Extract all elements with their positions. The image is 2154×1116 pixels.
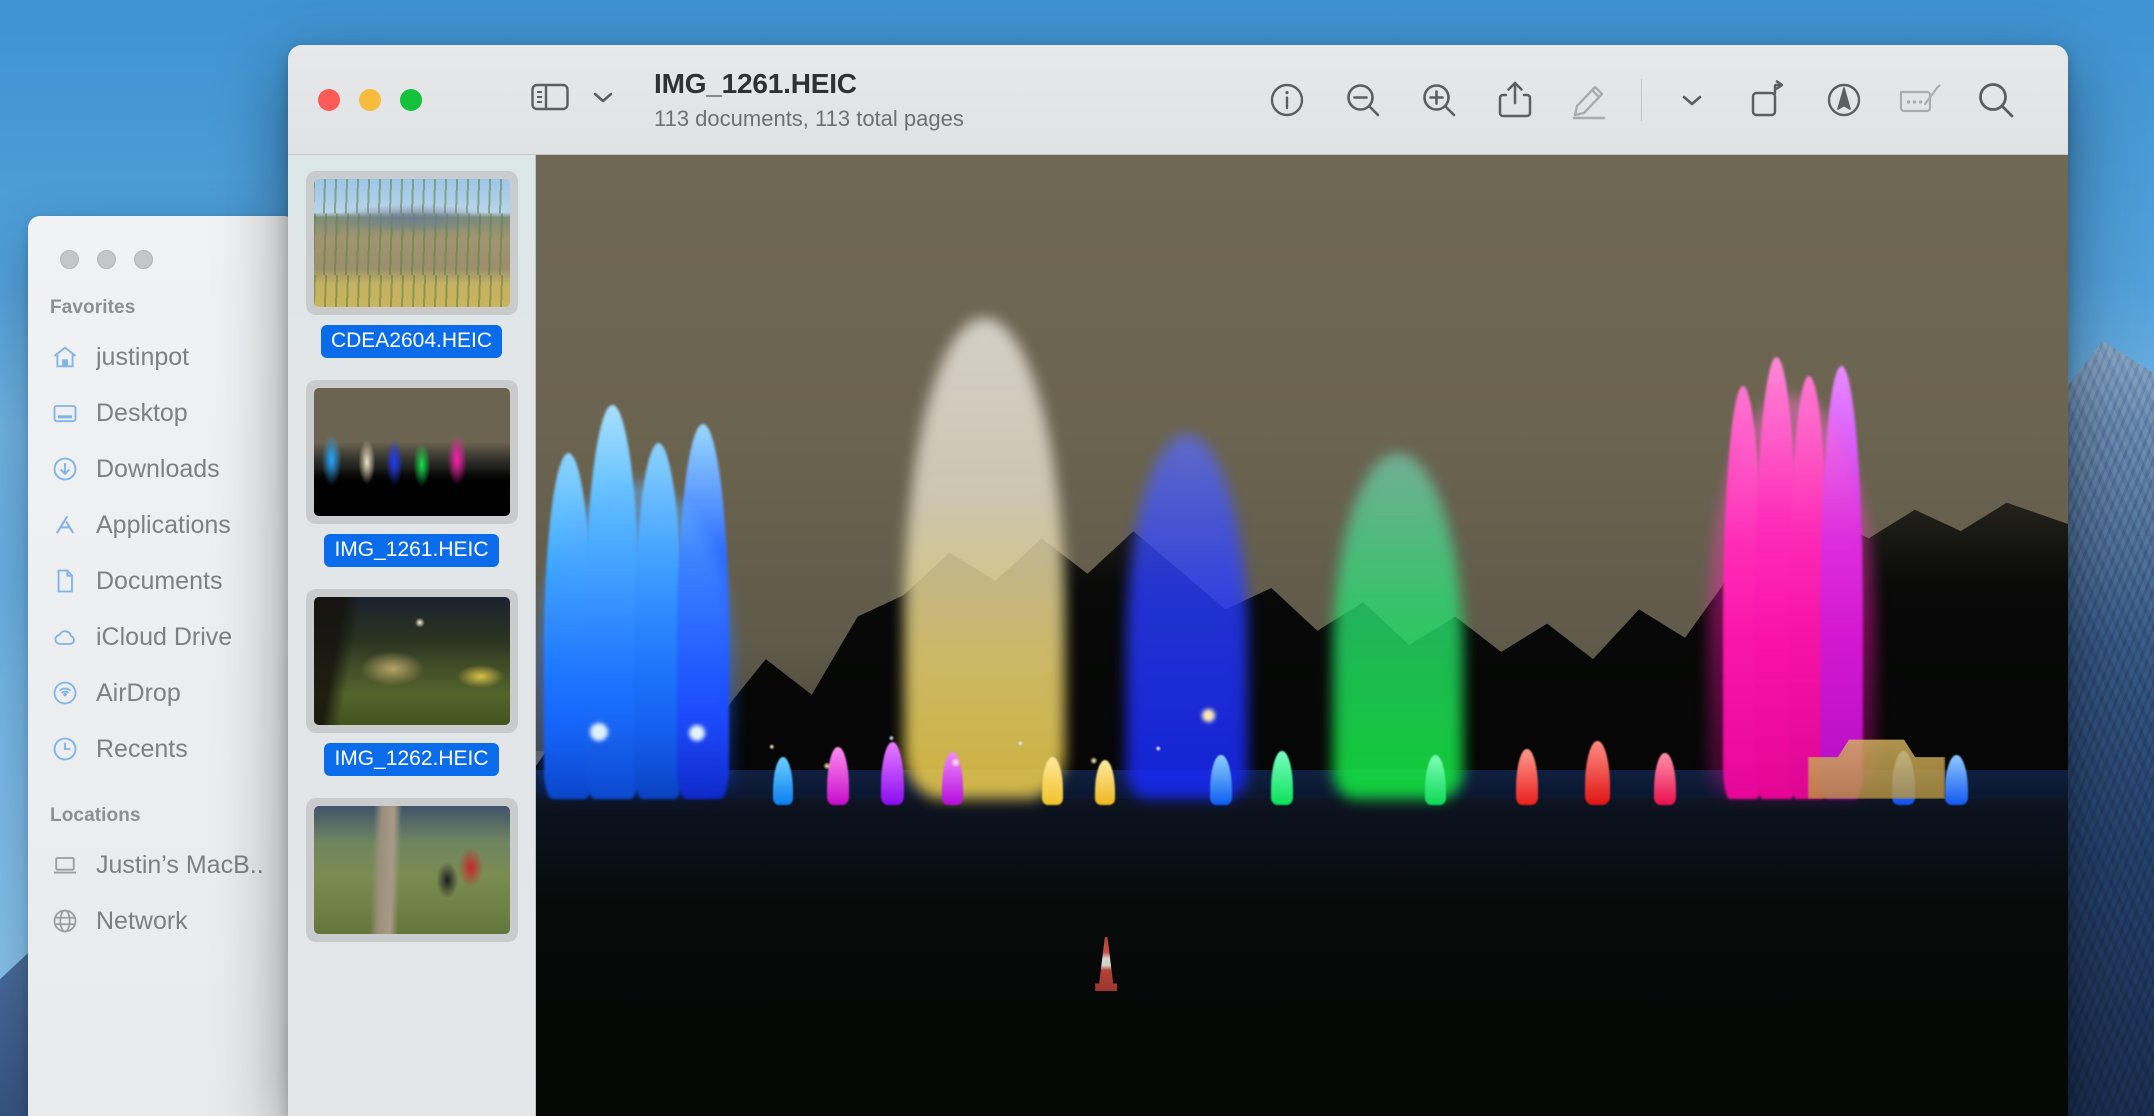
page-title: IMG_1261.HEIC [654, 68, 964, 100]
sidebar-item-justinpot[interactable]: justinpot [28, 329, 296, 385]
thumbnail-filename[interactable]: CDEA2604.HEIC [321, 325, 502, 358]
finder-section-favorites: Favorites [28, 269, 296, 329]
thumbnail-filename[interactable]: IMG_1262.HEIC [324, 743, 498, 776]
annotate-icon[interactable] [1806, 62, 1882, 138]
sidebar-item-airdrop[interactable]: AirDrop [28, 665, 296, 721]
colored-fountains-thumbnail [314, 388, 510, 516]
close-button[interactable] [318, 89, 340, 111]
sidebar-item-label: Recents [96, 735, 188, 764]
page-subtitle: 113 documents, 113 total pages [654, 106, 964, 132]
sidebar-item-label: AirDrop [96, 679, 181, 708]
sidebar-item-icloud-drive[interactable]: iCloud Drive [28, 609, 296, 665]
sidebar-item-macbook[interactable]: Justin’s MacB.. [28, 837, 296, 893]
rotate-icon[interactable] [1730, 62, 1806, 138]
zoom-in-icon[interactable] [1401, 62, 1477, 138]
list-item[interactable]: IMG_1262.HEIC [288, 589, 535, 776]
list-item[interactable] [288, 798, 535, 942]
thumbnail-frame[interactable] [306, 380, 518, 524]
sidebar-item-label: Downloads [96, 455, 220, 484]
download-icon [50, 454, 80, 484]
finder-traffic-lights[interactable] [28, 216, 296, 269]
thumbnail-frame[interactable] [306, 589, 518, 733]
finder-section-locations: Locations [28, 777, 296, 837]
toolbar-divider [1641, 79, 1642, 121]
preview-traffic-lights[interactable] [318, 89, 422, 111]
signature-icon[interactable] [1882, 62, 1958, 138]
cloud-icon [50, 622, 80, 652]
sidebar-item-label: Justin’s MacB.. [96, 851, 264, 880]
thumbnail-filename[interactable]: IMG_1261.HEIC [324, 534, 498, 567]
finder-window[interactable]: Favorites justinpot Desktop Downloads [28, 216, 296, 1116]
park-with-people-thumbnail [314, 806, 510, 934]
colored-fountains-photo [536, 155, 2068, 1116]
document-icon [50, 566, 80, 596]
sidebar-item-desktop[interactable]: Desktop [28, 385, 296, 441]
chevron-down-icon[interactable] [1654, 62, 1730, 138]
chevron-down-icon[interactable] [590, 87, 616, 112]
finder-close-button[interactable] [60, 250, 79, 269]
finder-minimize-button[interactable] [97, 250, 116, 269]
sidebar-item-documents[interactable]: Documents [28, 553, 296, 609]
zoom-out-icon[interactable] [1325, 62, 1401, 138]
main-image-view[interactable] [536, 155, 2068, 1116]
sidebar-toggle-group[interactable] [530, 81, 616, 118]
sidebar-item-label: Network [96, 907, 188, 936]
search-icon[interactable] [1958, 62, 2034, 138]
airdrop-icon [50, 678, 80, 708]
thumbnail-sidebar[interactable]: CDEA2604.HEIC IMG_1261.HEIC IMG_1262.HEI… [288, 155, 536, 1116]
sidebar-item-applications[interactable]: Applications [28, 497, 296, 553]
photo-city-lights [735, 712, 1195, 798]
sidebar-item-downloads[interactable]: Downloads [28, 441, 296, 497]
thumbnail-frame[interactable] [306, 171, 518, 315]
sidebar-item-recents[interactable]: Recents [28, 721, 296, 777]
list-item[interactable]: IMG_1261.HEIC [288, 380, 535, 567]
sidebar-item-network[interactable]: Network [28, 893, 296, 949]
applications-icon [50, 510, 80, 540]
list-item[interactable]: CDEA2604.HEIC [288, 171, 535, 358]
sidebar-item-label: Desktop [96, 399, 188, 428]
share-icon[interactable] [1477, 62, 1553, 138]
clock-icon [50, 734, 80, 764]
desktop-icon [50, 398, 80, 428]
sidebar-item-label: Applications [96, 511, 231, 540]
sidebar-item-label: Documents [96, 567, 222, 596]
preview-title-block: IMG_1261.HEIC 113 documents, 113 total p… [654, 68, 964, 132]
preview-body: CDEA2604.HEIC IMG_1261.HEIC IMG_1262.HEI… [288, 155, 2068, 1116]
preview-toolbar: IMG_1261.HEIC 113 documents, 113 total p… [288, 45, 2068, 155]
photo-foreground [536, 799, 2068, 1116]
home-icon [50, 342, 80, 372]
markup-pen-icon[interactable] [1553, 62, 1629, 138]
zoom-button[interactable] [400, 89, 422, 111]
field-with-mountains-thumbnail [314, 179, 510, 307]
photo-lamp [590, 723, 608, 741]
info-icon[interactable] [1249, 62, 1325, 138]
laptop-icon [50, 850, 80, 880]
night-park-thumbnail [314, 597, 510, 725]
minimize-button[interactable] [359, 89, 381, 111]
finder-zoom-button[interactable] [134, 250, 153, 269]
sidebar-icon[interactable] [530, 81, 570, 118]
preview-window[interactable]: IMG_1261.HEIC 113 documents, 113 total p… [288, 45, 2068, 1116]
preview-tool-buttons [1249, 62, 2068, 138]
globe-icon [50, 906, 80, 936]
thumbnail-frame[interactable] [306, 798, 518, 942]
sidebar-item-label: iCloud Drive [96, 623, 232, 652]
sidebar-item-label: justinpot [96, 343, 189, 372]
